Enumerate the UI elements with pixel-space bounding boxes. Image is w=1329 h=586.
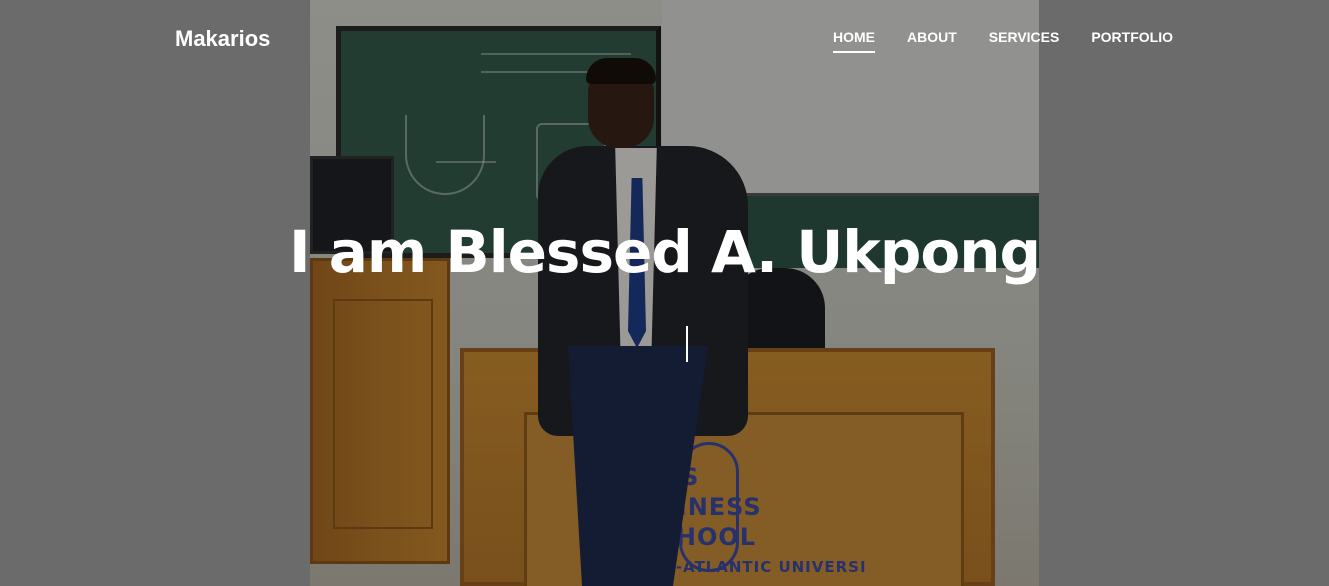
nav-item-about[interactable]: ABOUT xyxy=(907,29,957,53)
hero-background-photo: GOS USINESS SCHOOL PAN-ATLANTIC UNIVERSI xyxy=(310,0,1039,586)
hero-title: I am Blessed A. Ukpong xyxy=(288,218,1041,286)
typing-cursor xyxy=(686,326,688,362)
nav-item-portfolio[interactable]: PORTFOLIO xyxy=(1091,29,1173,53)
brand-logo[interactable]: Makarios xyxy=(175,26,270,52)
main-nav: HOME ABOUT SERVICES PORTFOLIO xyxy=(833,29,1173,53)
nav-item-services[interactable]: SERVICES xyxy=(989,29,1060,53)
nav-item-home[interactable]: HOME xyxy=(833,29,875,53)
photo-dark-overlay xyxy=(310,0,1039,586)
